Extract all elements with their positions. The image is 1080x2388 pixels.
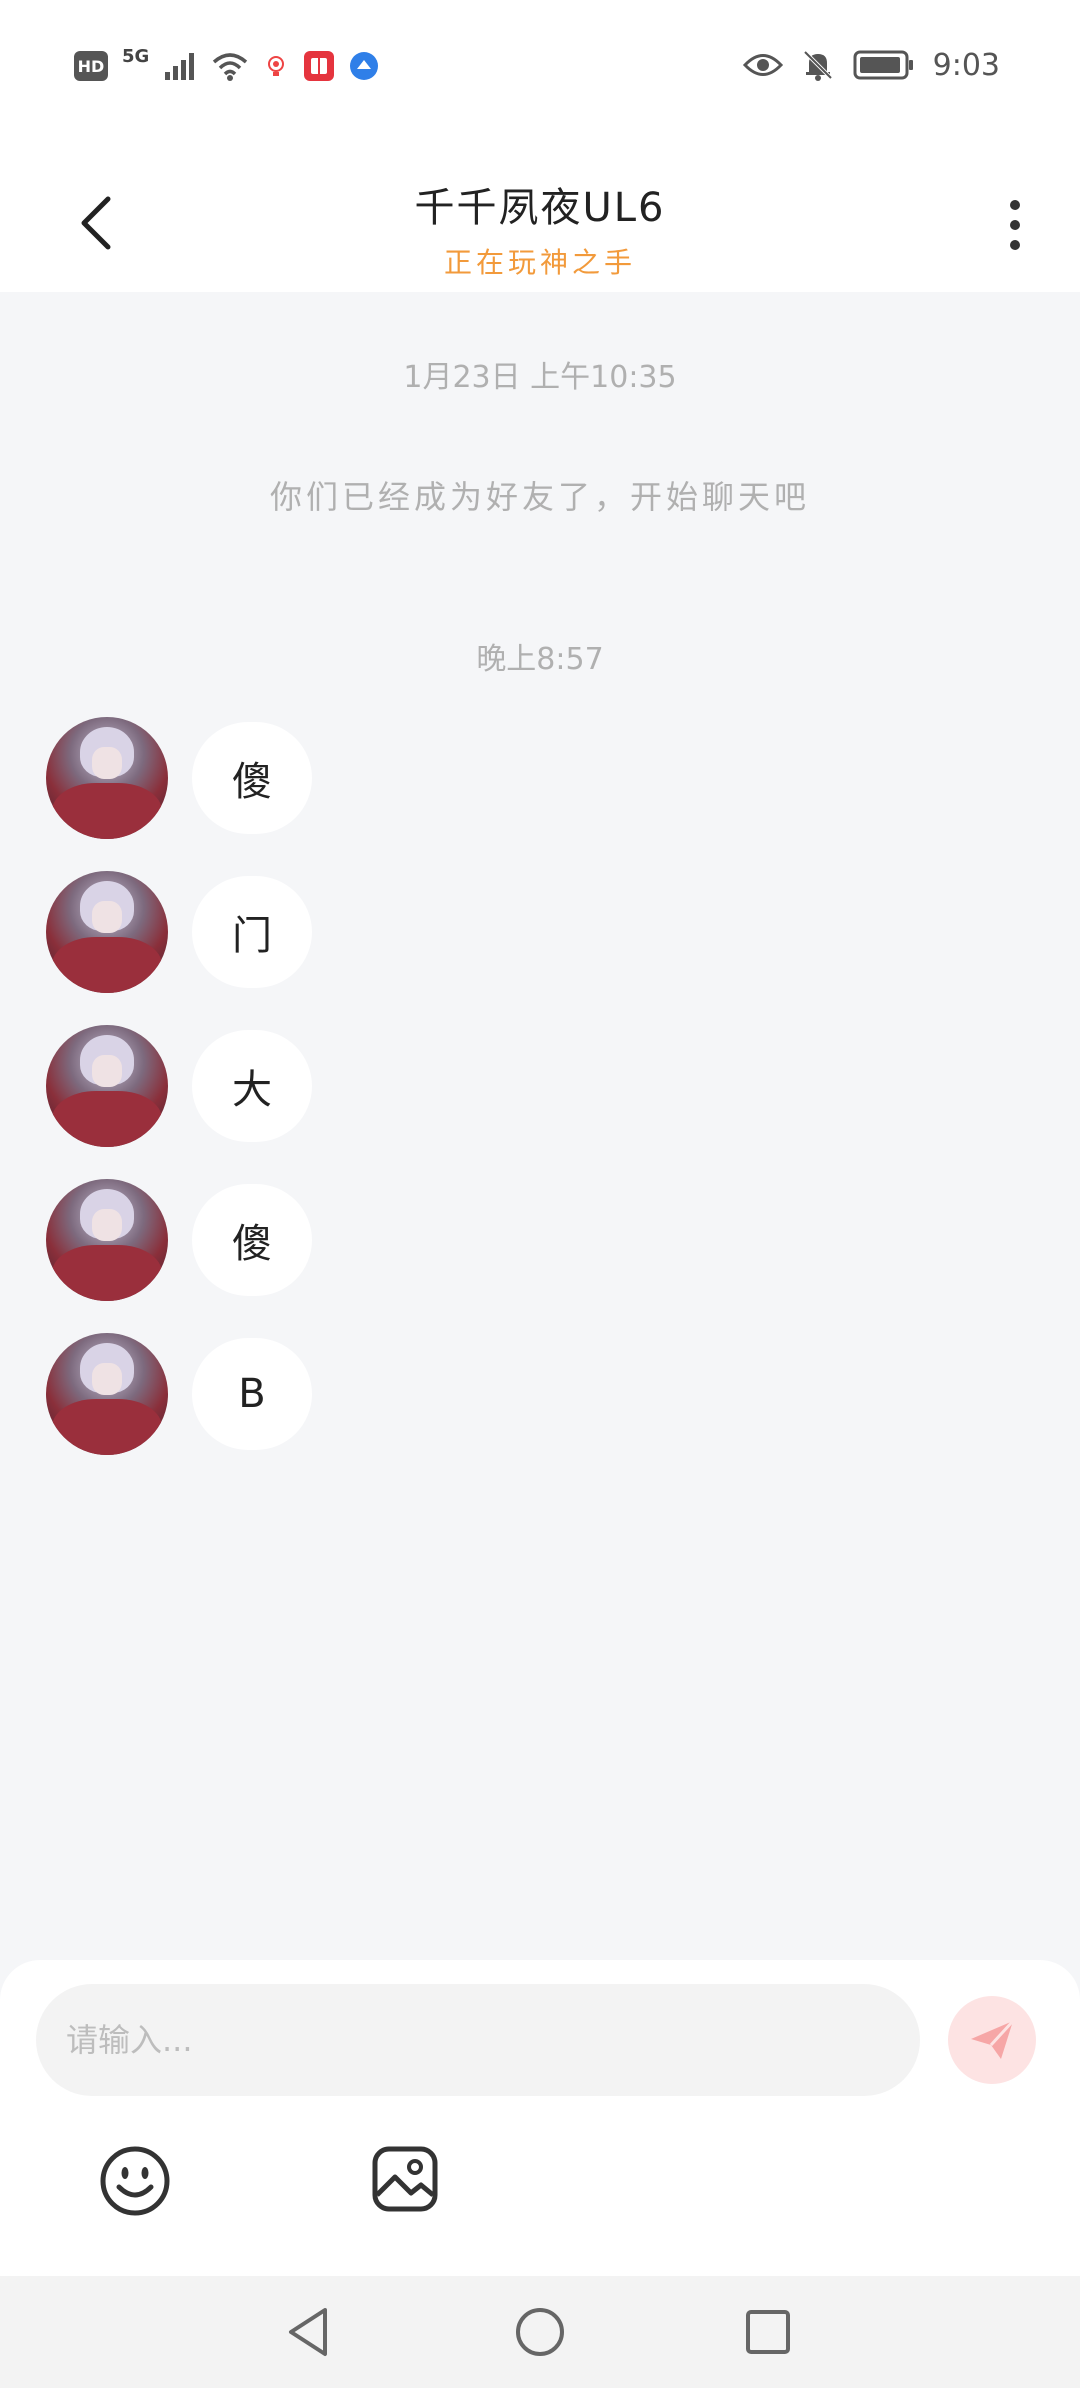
list-item: 傻 <box>46 1179 312 1301</box>
network-type-label: 5G <box>122 45 150 67</box>
send-button[interactable] <box>948 1996 1036 2084</box>
list-item: 门 <box>46 871 312 993</box>
back-triangle-icon <box>289 2308 327 2356</box>
battery-icon <box>853 50 913 80</box>
bell-off-icon <box>803 50 833 81</box>
home-circle-icon <box>516 2308 564 2356</box>
list-item: B <box>46 1333 312 1455</box>
more-vertical-icon-dot <box>1010 240 1020 250</box>
message-bubble[interactable]: 傻 <box>192 722 312 834</box>
wifi-icon <box>213 53 248 81</box>
more-vertical-icon <box>1010 200 1020 210</box>
status-bar-left: HD 5G <box>74 44 379 88</box>
app-notification-icon <box>268 56 285 76</box>
recents-square-icon <box>746 2310 790 2354</box>
chat-status-subtitle: 正在玩神之手 <box>443 246 636 279</box>
message-timestamp: 1月23日 上午10:35 <box>403 360 677 395</box>
status-bar: HD 5G 9:03 <box>0 0 1080 130</box>
emoji-icon <box>100 2146 170 2216</box>
browser-app-icon <box>350 52 379 80</box>
signal-icon <box>165 53 195 80</box>
system-navigation-bar <box>0 2276 1080 2388</box>
nav-back-button[interactable] <box>276 2300 340 2364</box>
system-message: 你们已经成为好友了，开始聊天吧 <box>269 478 810 516</box>
image-icon <box>372 2146 438 2212</box>
list-item: 大 <box>46 1025 312 1147</box>
message-timestamp: 晚上8:57 <box>476 642 604 677</box>
message-bubble[interactable]: B <box>192 1338 312 1450</box>
message-bubble[interactable]: 傻 <box>192 1184 312 1296</box>
chat-messages-area[interactable]: 1月23日 上午10:35 你们已经成为好友了，开始聊天吧 晚上8:57 傻 门… <box>0 292 1080 1960</box>
status-time: 9:03 <box>932 47 1000 83</box>
book-app-icon <box>304 51 335 81</box>
image-button[interactable] <box>368 2142 442 2216</box>
status-bar-right: 9:03 <box>742 40 1000 90</box>
emoji-button[interactable] <box>96 2142 174 2220</box>
avatar[interactable] <box>46 871 168 993</box>
nav-recents-button[interactable] <box>736 2300 800 2364</box>
more-vertical-icon-dot <box>1010 220 1020 230</box>
eye-icon <box>742 54 783 76</box>
message-bubble[interactable]: 大 <box>192 1030 312 1142</box>
nav-home-button[interactable] <box>508 2300 572 2364</box>
list-item: 傻 <box>46 717 312 839</box>
chat-header: 千千夙夜UL6 正在玩神之手 <box>0 130 1080 292</box>
chat-title-block: 千千夙夜UL6 正在玩神之手 <box>0 175 1080 281</box>
avatar[interactable] <box>46 1025 168 1147</box>
avatar[interactable] <box>46 1179 168 1301</box>
avatar[interactable] <box>46 1333 168 1455</box>
more-options-button[interactable] <box>990 190 1040 260</box>
chat-title: 千千夙夜UL6 <box>414 185 666 231</box>
hd-icon: HD <box>74 51 108 81</box>
send-icon <box>971 2019 1015 2059</box>
message-input[interactable] <box>36 1984 920 2096</box>
message-bubble[interactable]: 门 <box>192 876 312 988</box>
avatar[interactable] <box>46 717 168 839</box>
message-input-bar <box>0 1960 1080 2276</box>
